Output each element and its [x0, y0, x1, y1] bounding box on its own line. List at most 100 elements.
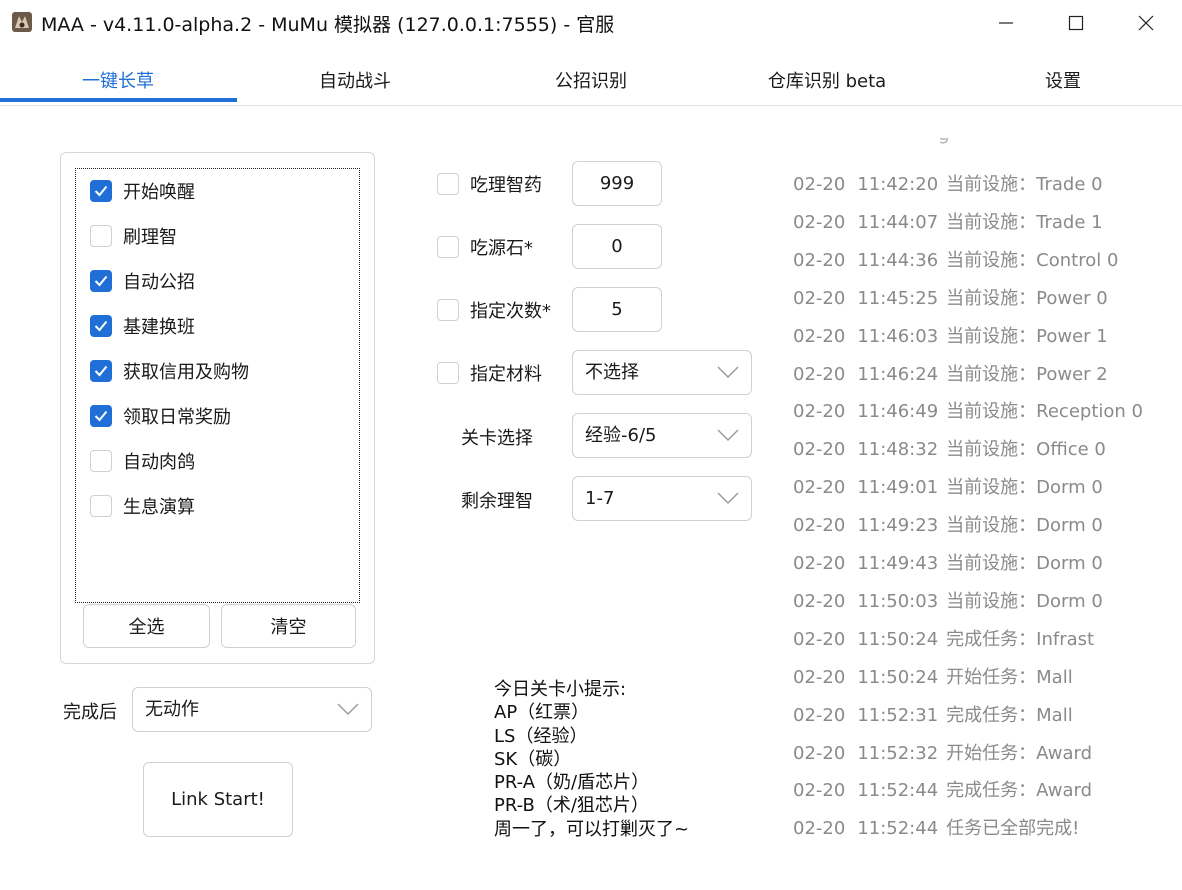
- log-time: 11:50:24: [857, 666, 939, 688]
- log-time: 11:44:07: [857, 211, 939, 233]
- task-checkbox[interactable]: [90, 360, 112, 382]
- task-checkbox[interactable]: [90, 315, 112, 337]
- task-item-mall[interactable]: 获取信用及购物: [90, 356, 249, 386]
- title-bar: MAA - v4.11.0-alpha.2 - MuMu 模拟器 (127.0.…: [0, 0, 1182, 46]
- log-time: 11:44:36: [857, 249, 939, 271]
- task-item-fight[interactable]: 刷理智: [90, 221, 177, 251]
- log-time: 11:49:43: [857, 553, 939, 574]
- log-date: 02-20: [793, 439, 846, 461]
- tips-line: LS（经验）: [494, 725, 588, 747]
- option-medicine[interactable]: 吃理智药: [437, 171, 542, 197]
- task-item-recruit[interactable]: 自动公招: [90, 266, 195, 296]
- log-time: 11:52:32: [857, 742, 939, 764]
- medicine-count-input[interactable]: 999: [572, 161, 662, 206]
- tips-line: 今日关卡小提示:: [494, 679, 627, 700]
- task-label: 自动公招: [123, 272, 195, 293]
- tab-settings[interactable]: 设置: [945, 58, 1181, 105]
- log-message: 当前设施：Dorm 0: [946, 590, 1103, 612]
- log-row: 02-20 11:44:36 当前设施：Control 0: [793, 246, 1118, 272]
- log-time: 11:52:44: [857, 780, 939, 802]
- clear-button[interactable]: 清空: [221, 604, 356, 648]
- option-times[interactable]: 指定次数*: [437, 297, 551, 323]
- log-date: 02-20: [793, 666, 846, 688]
- task-item-infrast[interactable]: 基建换班: [90, 311, 195, 341]
- app-icon: [12, 12, 32, 32]
- medicine-label: 吃理智药: [470, 175, 542, 196]
- log-message: 完成任务：Infrast: [946, 628, 1095, 650]
- log-row: 02-20 11:49:43 当前设施：Dorm 0: [793, 549, 1103, 575]
- task-item-roguelike[interactable]: 自动肉鸽: [90, 446, 195, 476]
- chevron-down-icon: [337, 703, 359, 715]
- tab-depot[interactable]: 仓库识别 beta: [709, 58, 945, 105]
- task-checkbox[interactable]: [90, 405, 112, 427]
- close-button[interactable]: [1111, 0, 1181, 46]
- log-message: 当前设施：Dorm 0: [946, 515, 1103, 537]
- link-start-button[interactable]: Link Start!: [143, 762, 293, 837]
- log-date: 02-20: [793, 287, 846, 309]
- log-message: 当前设施：Trade 1: [946, 211, 1103, 233]
- log-time: 11:50:03: [857, 590, 939, 612]
- tips-line: PR-B（术/狙芯片）: [494, 795, 649, 817]
- task-item-start-up[interactable]: 开始唤醒: [90, 176, 195, 206]
- stage-select[interactable]: 经验-6/5: [572, 413, 752, 458]
- maximize-button[interactable]: [1041, 0, 1111, 46]
- remaining-select[interactable]: 1-7: [572, 476, 752, 521]
- checkmark-icon: [94, 185, 108, 197]
- log-date: 02-20: [793, 704, 846, 726]
- minimize-button[interactable]: [971, 0, 1041, 46]
- log-date: 02-20: [793, 249, 846, 271]
- log-row: 02-20 11:46:03 当前设施：Power 1: [793, 322, 1108, 348]
- log-time: 11:49:01: [857, 477, 939, 499]
- log-time: 11:46:24: [857, 363, 939, 385]
- task-label: 获取信用及购物: [123, 362, 249, 383]
- task-checkbox[interactable]: [90, 450, 112, 472]
- task-checkbox[interactable]: [90, 180, 112, 202]
- task-checkbox[interactable]: [90, 225, 112, 247]
- stone-label: 吃源石*: [470, 238, 533, 259]
- active-tab-indicator: [0, 98, 237, 102]
- log-date: 02-20: [793, 553, 846, 574]
- material-select[interactable]: 不选择: [572, 350, 752, 395]
- times-checkbox[interactable]: [437, 299, 459, 321]
- log-message: 开始任务：Mall: [946, 666, 1073, 688]
- log-row: 02-20 11:52:44 完成任务：Award: [793, 776, 1092, 802]
- stone-count-input[interactable]: 0: [572, 224, 662, 269]
- log-message: 当前设施：Reception 0: [946, 401, 1143, 423]
- log-row: 02-20 11:49:01 当前设施：Dorm 0: [793, 473, 1103, 499]
- window-title: MAA - v4.11.0-alpha.2 - MuMu 模拟器 (127.0.…: [41, 14, 615, 36]
- log-date: 02-20: [793, 515, 846, 537]
- log-time: 11:50:24: [857, 628, 939, 650]
- log-row: 02-20 11:50:03 当前设施：Dorm 0: [793, 587, 1103, 613]
- option-material[interactable]: 指定材料: [437, 360, 542, 386]
- checkmark-icon: [94, 320, 108, 332]
- task-item-award[interactable]: 领取日常奖励: [90, 401, 231, 431]
- remaining-value: 1-7: [585, 488, 615, 509]
- log-row: 02-20 11:52:44 任务已全部完成!: [793, 814, 1079, 838]
- times-count-input[interactable]: 5: [572, 287, 662, 332]
- stone-checkbox[interactable]: [437, 236, 459, 258]
- log-message: 当前设施：Dorm 0: [946, 477, 1103, 499]
- stage-value: 经验-6/5: [585, 425, 657, 446]
- after-complete-label: 完成后: [63, 702, 117, 723]
- log-row: 02-20 11:50:24 完成任务：Infrast: [793, 625, 1094, 651]
- task-item-reclamation[interactable]: 生息演算: [90, 491, 195, 521]
- select-all-button[interactable]: 全选: [83, 604, 210, 648]
- log-date: 02-20: [793, 780, 846, 802]
- material-checkbox[interactable]: [437, 362, 459, 384]
- medicine-checkbox[interactable]: [437, 173, 459, 195]
- log-panel[interactable]: g 02-20 11:42:20 当前设施：Trade 0 02-20 11:44:07…: [793, 138, 1173, 838]
- task-label: 刷理智: [123, 227, 177, 248]
- log-message: 开始任务：Award: [946, 742, 1093, 764]
- task-checkbox[interactable]: [90, 495, 112, 517]
- log-message: 当前设施：Office 0: [946, 439, 1106, 461]
- tips-line: AP（红票）: [494, 702, 590, 724]
- log-date: 02-20: [793, 628, 846, 650]
- tab-recruit[interactable]: 公招识别: [473, 58, 709, 105]
- log-row: 02-20 11:46:49 当前设施：Reception 0: [793, 397, 1143, 423]
- tab-auto-battle[interactable]: 自动战斗: [237, 58, 473, 105]
- chevron-down-icon: [717, 429, 739, 441]
- after-complete-select[interactable]: 无动作: [132, 687, 372, 732]
- option-stone[interactable]: 吃源石*: [437, 234, 533, 260]
- task-checkbox[interactable]: [90, 270, 112, 292]
- log-date: 02-20: [793, 211, 846, 233]
